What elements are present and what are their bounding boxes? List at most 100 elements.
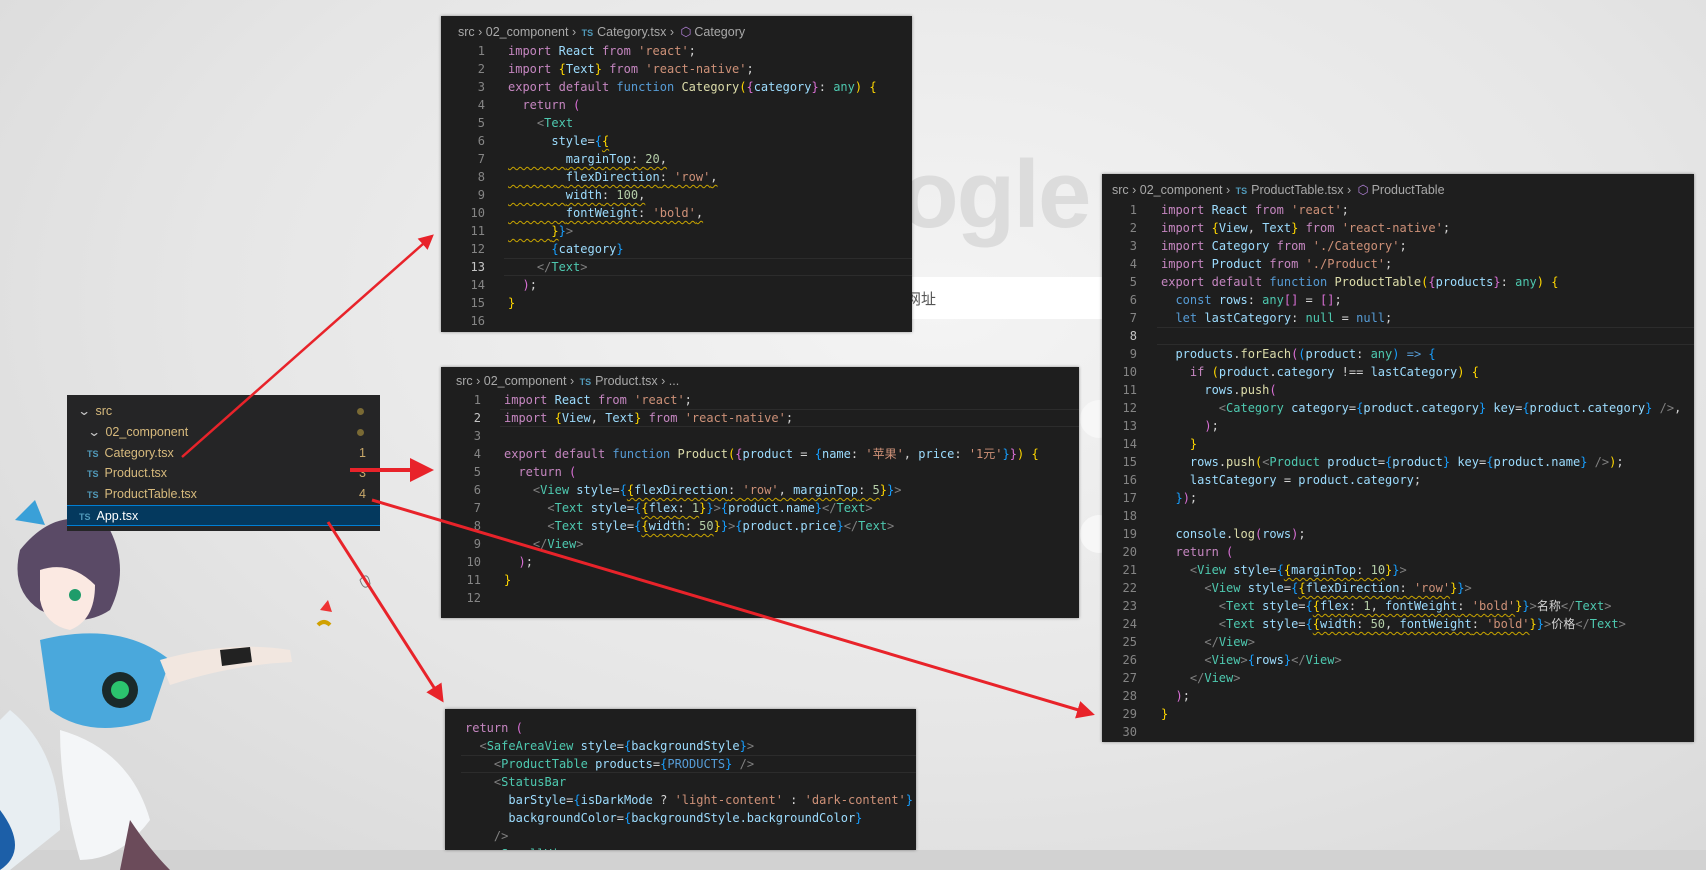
breadcrumb-item[interactable]: ...: [669, 374, 679, 388]
code-token: 'bold': [652, 206, 696, 220]
code-token: fontWeight: [1399, 617, 1472, 631]
chevron-down-icon[interactable]: ⌄: [87, 422, 101, 443]
code-token: PRODUCTS: [667, 757, 726, 771]
code-token: import: [504, 411, 548, 425]
code-token: {: [1305, 617, 1313, 631]
line-number: 10: [466, 555, 481, 569]
code-line: lastCategory = product.category;: [1161, 471, 1681, 489]
code-token: {: [1247, 653, 1255, 667]
code-token: './Product': [1305, 257, 1386, 271]
code-line: width: 100,: [508, 186, 877, 204]
breadcrumb-item[interactable]: 02_component: [484, 374, 567, 388]
code-area[interactable]: import React from 'react'; import {View, …: [500, 391, 1079, 607]
code-token: default: [1211, 275, 1263, 289]
code-area[interactable]: return ( <SafeAreaView style={background…: [460, 719, 916, 850]
code-token: =: [1298, 599, 1306, 613]
breadcrumb: src › 02_component › TS Product.tsx › ...: [456, 374, 679, 388]
code-token: 'row': [1413, 581, 1451, 595]
code-token: style: [1247, 581, 1284, 595]
explorer-item-app-tsx[interactable]: TS App.tsx: [67, 505, 380, 526]
code-token: export: [1161, 275, 1205, 289]
code-token: let: [1175, 311, 1198, 325]
code-token: from: [597, 393, 627, 407]
line-number: 29: [1122, 707, 1137, 721]
code-token: function: [616, 80, 675, 94]
explorer-item-src[interactable]: ⌄ src: [67, 401, 380, 422]
code-token: 名称: [1536, 599, 1561, 613]
code-token: ;: [1385, 311, 1393, 325]
code-line: <Text: [508, 114, 877, 132]
breadcrumb-item[interactable]: Category.tsx: [597, 25, 666, 39]
code-token: =: [612, 483, 620, 497]
code-token: Product: [1211, 257, 1263, 271]
code-line: );: [504, 553, 1039, 571]
breadcrumb-item[interactable]: 02_component: [486, 25, 569, 39]
code-line: }: [508, 294, 877, 312]
explorer-item-product-tsx[interactable]: TS Product.tsx 3: [67, 463, 380, 484]
breadcrumb-item[interactable]: ProductTable.tsx: [1251, 183, 1343, 197]
editor-product: src › 02_component › TS Product.tsx › ...…: [441, 367, 1079, 618]
breadcrumb-item[interactable]: ProductTable: [1372, 183, 1445, 197]
code-token: ,: [1370, 599, 1386, 613]
chevron-right-icon: ›: [568, 25, 580, 39]
code-token: 1: [1363, 599, 1371, 613]
explorer-item-category-tsx[interactable]: TS Category.tsx 1: [67, 443, 380, 464]
code-line: </Text>: [504, 258, 912, 276]
code-line: import {Text} from 'react-native';: [508, 60, 877, 78]
code-token: >: [1618, 617, 1626, 631]
code-area[interactable]: import React from 'react'; import {View, …: [1156, 201, 1694, 741]
breadcrumb-item[interactable]: src: [456, 374, 473, 388]
explorer-item-02-component[interactable]: ⌄ 02_component: [67, 422, 380, 443]
code-token: Category: [1211, 239, 1270, 253]
code-token: =: [1298, 293, 1320, 307]
code-line: import Product from './Product';: [1161, 255, 1681, 273]
code-token: {: [1305, 599, 1313, 613]
line-number: 27: [1122, 671, 1137, 685]
code-token: isDarkMode: [580, 793, 653, 807]
line-number: 28: [1122, 689, 1137, 703]
code-token: ): [1457, 365, 1465, 379]
breadcrumb-item[interactable]: Product.tsx: [595, 374, 658, 388]
code-token: }: [1002, 447, 1010, 461]
code-area[interactable]: import React from 'react'; import {Text} …: [504, 42, 912, 330]
line-numbers: 1 2 3 4 5 6 7 8 9 10 11 12 13 14 15 16 17 18 19 20 21 22 23 24 2…: [1102, 201, 1137, 741]
code-token: any: [1370, 347, 1393, 361]
code-token: {: [551, 242, 559, 256]
code-token: 10: [1370, 563, 1386, 577]
code-token: :: [818, 80, 834, 94]
background-logo: ogle: [900, 141, 1091, 248]
code-token: ;: [1211, 419, 1219, 433]
code-token: rows: [1204, 383, 1234, 397]
chevron-down-icon[interactable]: ⌄: [77, 401, 91, 422]
breadcrumb-item[interactable]: src: [1112, 183, 1129, 197]
code-token: >: [1334, 653, 1342, 667]
breadcrumb-item[interactable]: src: [458, 25, 475, 39]
breadcrumb-item[interactable]: 02_component: [1140, 183, 1223, 197]
explorer-item-producttable-tsx[interactable]: TS ProductTable.tsx 4: [67, 484, 380, 505]
code-line: const rows: any[] = [];: [1161, 291, 1681, 309]
code-token: {: [594, 134, 602, 148]
line-number: 8: [1129, 329, 1137, 343]
code-token: category: [558, 242, 617, 256]
code-token: =: [1377, 455, 1386, 469]
line-number: 24: [1122, 617, 1137, 631]
line-number: 7: [473, 501, 481, 515]
line-number: 22: [1122, 581, 1137, 595]
code-line: return (: [465, 719, 913, 737]
code-token: if: [1189, 365, 1205, 379]
code-token: :: [677, 501, 692, 515]
code-token: }: [879, 483, 888, 497]
breadcrumb-item[interactable]: Category: [694, 25, 745, 39]
